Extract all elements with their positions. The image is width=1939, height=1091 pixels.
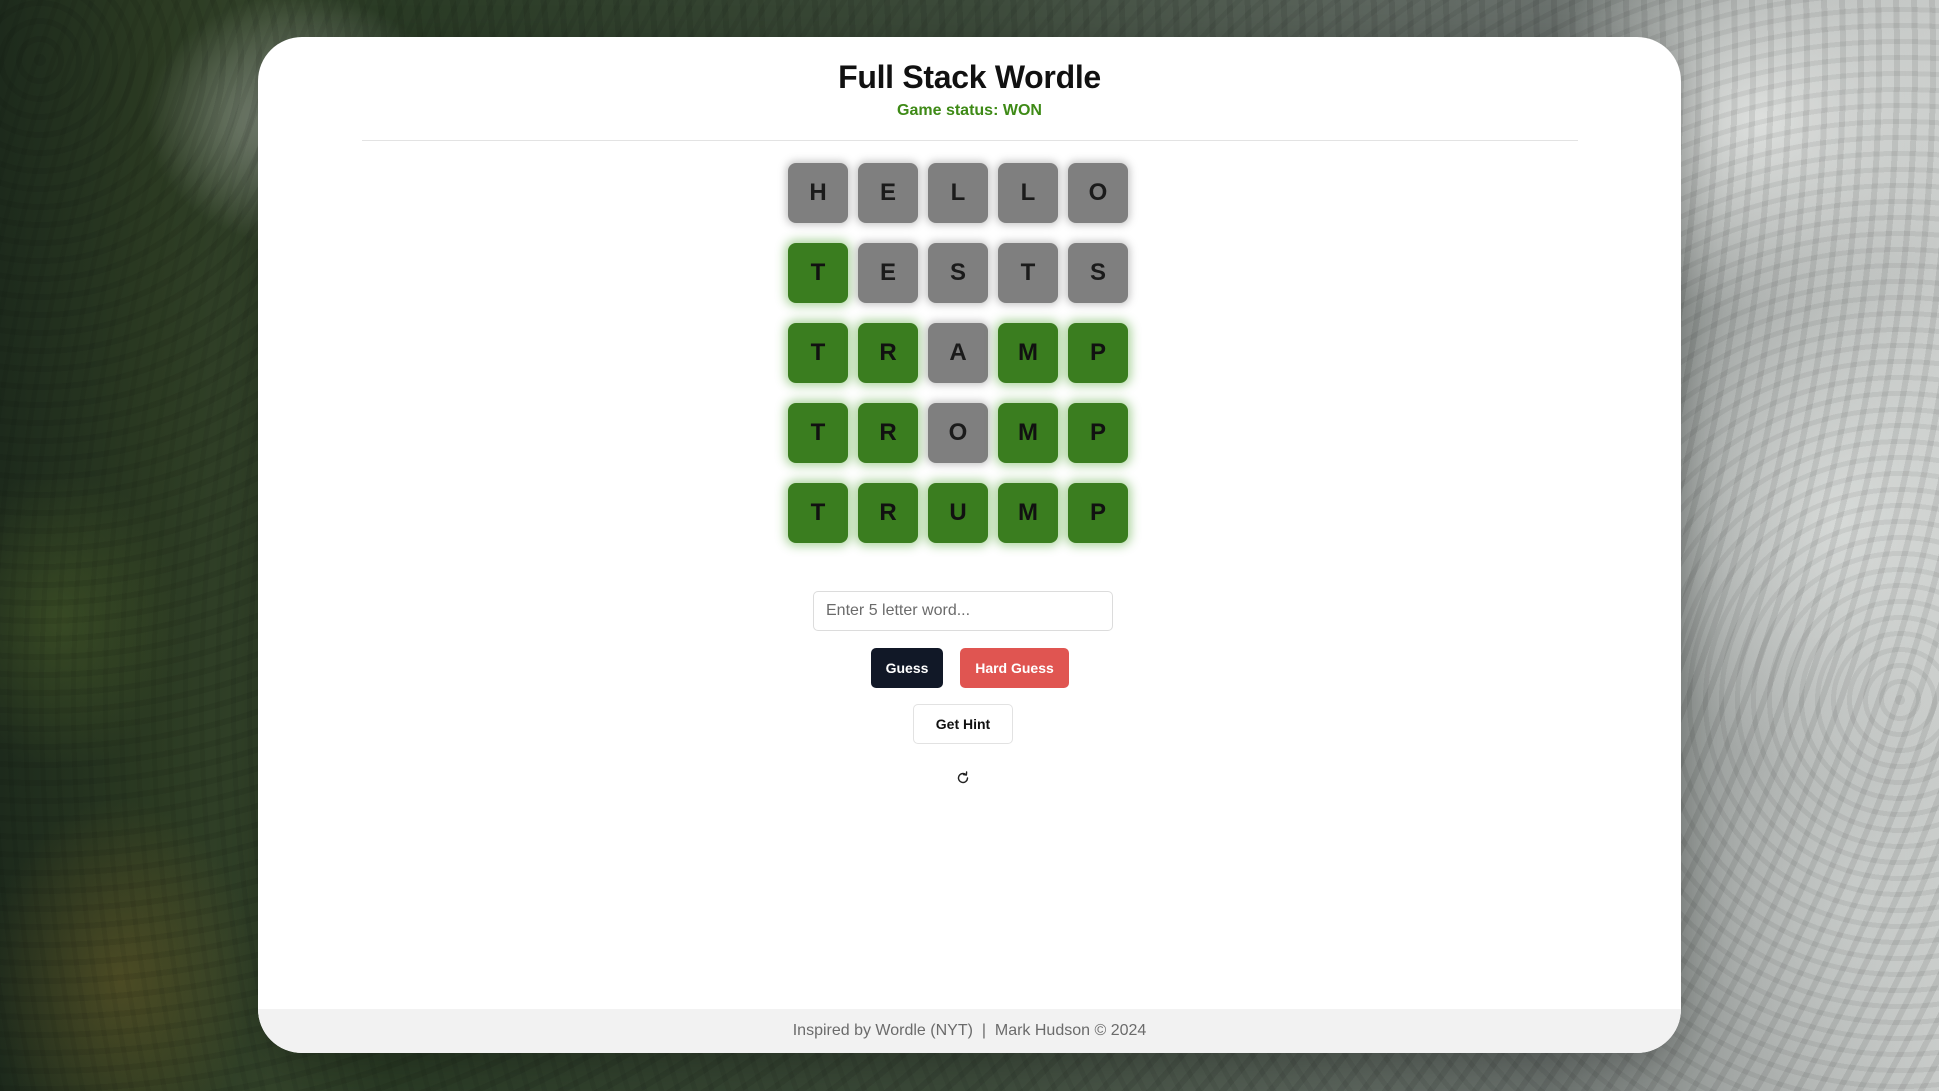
letter-tile: S xyxy=(1068,243,1128,303)
footer: Inspired by Wordle (NYT) | Mark Hudson ©… xyxy=(258,1009,1681,1053)
letter-tile: T xyxy=(788,323,848,383)
header: Full Stack Wordle Game status: WON xyxy=(258,37,1681,141)
footer-text: Inspired by Wordle (NYT) | Mark Hudson ©… xyxy=(792,1022,1147,1039)
letter-tile: H xyxy=(788,163,848,223)
letter-tile: T xyxy=(788,243,848,303)
board-row: HELLO xyxy=(788,163,1128,223)
board-row: TRAMP xyxy=(788,323,1128,383)
board-row: TRUMP xyxy=(788,483,1128,543)
letter-tile: A xyxy=(928,323,988,383)
letter-tile: P xyxy=(1068,323,1128,383)
app-card: Full Stack Wordle Game status: WON HELLO… xyxy=(258,37,1681,1053)
letter-tile: S xyxy=(928,243,988,303)
letter-tile: R xyxy=(858,483,918,543)
refresh-icon-graphic xyxy=(957,771,969,784)
letter-tile: L xyxy=(928,163,988,223)
letter-tile: E xyxy=(858,243,918,303)
letter-tile: L xyxy=(998,163,1058,223)
letter-tile: T xyxy=(998,243,1058,303)
letter-tile: P xyxy=(1068,483,1128,543)
guess-input[interactable] xyxy=(813,591,1113,631)
page-title: Full Stack Wordle xyxy=(838,59,1101,95)
letter-tile: E xyxy=(858,163,918,223)
letter-tile: T xyxy=(788,483,848,543)
board-row: TROMP xyxy=(788,403,1128,463)
letter-tile: R xyxy=(858,403,918,463)
game-board: HELLOTESTSTRAMPTROMPTRUMP xyxy=(788,163,1128,543)
divider xyxy=(361,140,1578,141)
letter-tile: R xyxy=(858,323,918,383)
hard-guess-button[interactable]: Hard Guess xyxy=(960,648,1069,688)
letter-tile: T xyxy=(788,403,848,463)
letter-tile: M xyxy=(998,323,1058,383)
letter-tile: U xyxy=(928,483,988,543)
refresh-icon[interactable] xyxy=(955,770,971,786)
letter-tile: M xyxy=(998,483,1058,543)
guess-button[interactable]: Guess xyxy=(871,648,943,688)
letter-tile: P xyxy=(1068,403,1128,463)
letter-tile: O xyxy=(928,403,988,463)
letter-tile: O xyxy=(1068,163,1128,223)
letter-tile: M xyxy=(998,403,1058,463)
get-hint-button[interactable]: Get Hint xyxy=(913,704,1013,744)
game-status: Game status: WON xyxy=(897,102,1042,119)
board-row: TESTS xyxy=(788,243,1128,303)
